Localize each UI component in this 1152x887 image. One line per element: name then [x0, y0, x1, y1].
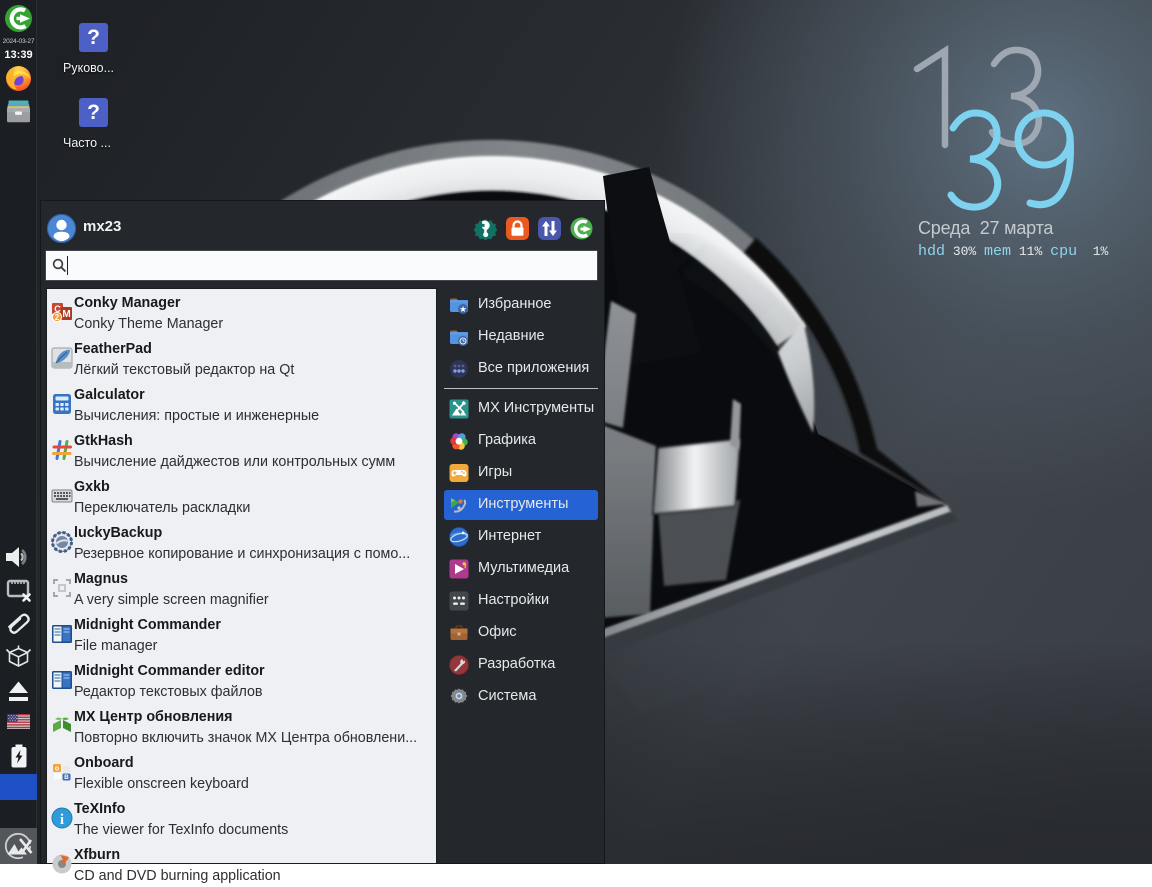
svg-text:B: B — [64, 774, 69, 781]
svg-text:2: 2 — [55, 313, 60, 322]
svg-text:M: M — [62, 309, 70, 320]
svg-text:★: ★ — [459, 304, 467, 314]
svg-text:i: i — [60, 812, 64, 828]
svg-text:o: o — [55, 766, 59, 773]
